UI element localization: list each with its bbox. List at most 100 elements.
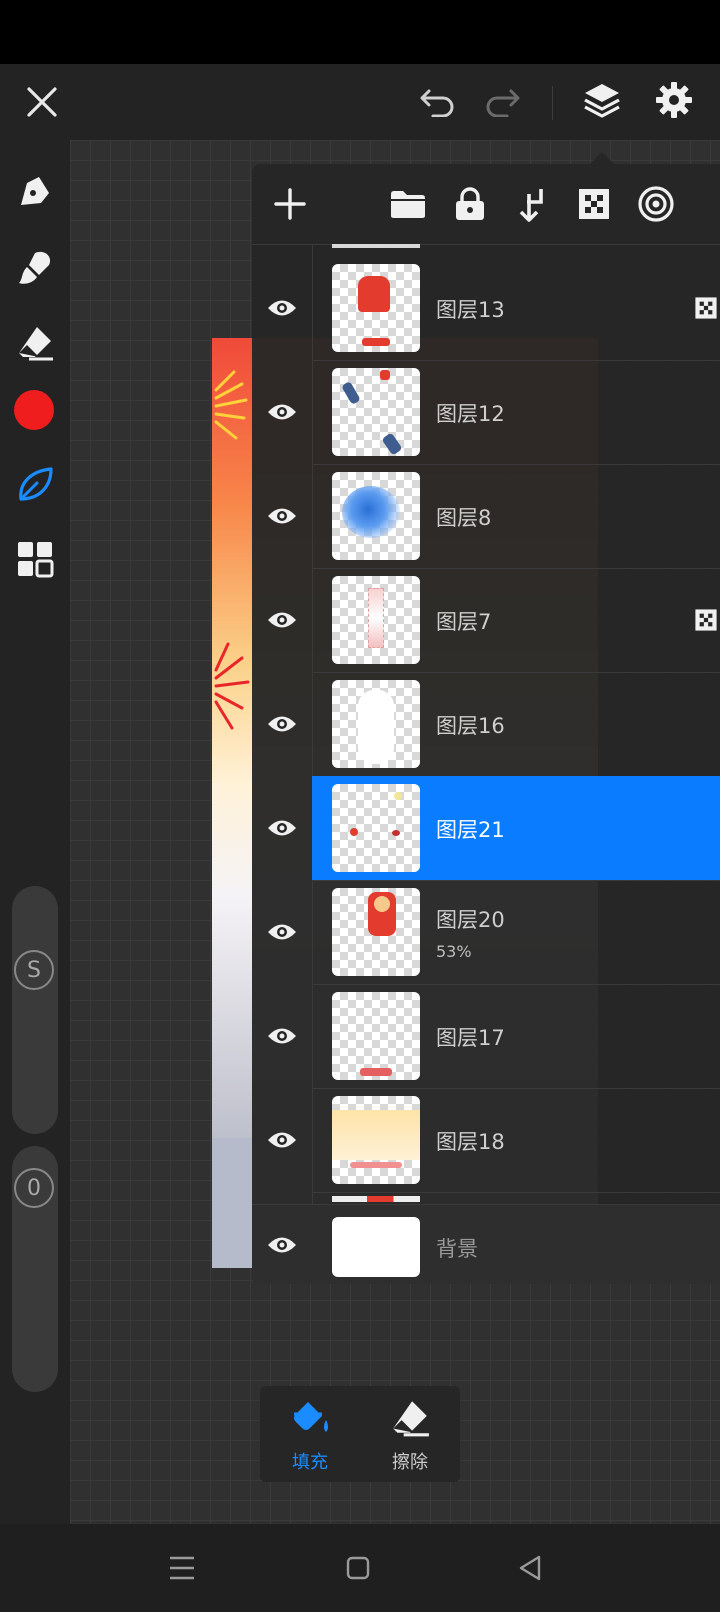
thumbnail-art (350, 1162, 402, 1168)
system-nav-bar (0, 1524, 720, 1612)
layer-thumbnail (332, 576, 420, 664)
thumbnail-art (368, 588, 384, 648)
layer-list[interactable]: 图层13 图层12 图层8 图层7 图层16 图层21 图层20 53% 图层1… (252, 244, 720, 1284)
status-bar (0, 0, 720, 64)
merge-down-icon[interactable] (506, 178, 558, 230)
eraser-icon[interactable] (12, 320, 58, 366)
eraser-icon (388, 1396, 432, 1440)
menu-icon[interactable] (160, 1546, 204, 1590)
eye-icon[interactable] (252, 568, 312, 672)
layer-opacity: 53% (436, 942, 472, 961)
background-layer-row[interactable]: 背景 (252, 1204, 720, 1284)
eye-icon[interactable] (252, 984, 312, 1088)
layer-name: 图层17 (436, 1026, 505, 1050)
brush-icon[interactable] (12, 244, 58, 290)
layer-thumbnail (332, 1096, 420, 1184)
layer-thumbnail (332, 264, 420, 352)
thumbnail-art (332, 1110, 420, 1160)
thumbnail-art (392, 830, 400, 836)
layer-thumbnail (332, 368, 420, 456)
thumbnail-art (360, 1068, 392, 1076)
layer-name: 图层13 (436, 298, 505, 322)
thumbnail-art (374, 896, 390, 912)
eye-icon[interactable] (252, 672, 312, 776)
eye-icon[interactable] (252, 464, 312, 568)
toolbar-divider (552, 86, 553, 120)
leaf-icon[interactable] (12, 462, 58, 508)
layer-row[interactable]: 图层16 (268, 672, 720, 777)
grid-icon[interactable] (12, 536, 58, 582)
layer-row[interactable]: 图层20 53% (268, 880, 720, 985)
eye-icon[interactable] (252, 776, 312, 880)
eye-icon[interactable] (252, 360, 312, 464)
layer-thumbnail (332, 680, 420, 768)
artwork-bottom-strip (212, 1138, 252, 1268)
layers-toolbar (252, 164, 720, 245)
thumbnail-art (362, 338, 390, 346)
paint-bucket-icon (288, 1396, 332, 1440)
opacity-slider-knob[interactable]: 0 (14, 1168, 54, 1208)
layer-name: 图层7 (436, 610, 492, 634)
layer-row[interactable]: 图层8 (268, 464, 720, 569)
eye-icon[interactable] (252, 256, 312, 360)
thumbnail-art (342, 486, 400, 538)
layer-name: 图层12 (436, 402, 505, 426)
eye-icon[interactable] (252, 1088, 312, 1192)
redo-icon[interactable] (478, 78, 526, 126)
partial-layer-below (332, 1196, 420, 1202)
size-label: S (27, 957, 41, 983)
fill-erase-popup: 填充 擦除 (260, 1386, 460, 1482)
color-swatch[interactable] (14, 390, 54, 430)
layer-row-selected[interactable]: 图层21 (268, 776, 720, 881)
layer-name: 图层18 (436, 1130, 505, 1154)
close-icon[interactable] (18, 78, 66, 126)
checker-icon[interactable] (694, 608, 718, 632)
checker-icon[interactable] (694, 296, 718, 320)
fill-label: 填充 (292, 1452, 328, 1473)
layer-row[interactable]: 图层13 (268, 256, 720, 361)
opacity-slider[interactable]: 0 (12, 1146, 58, 1392)
layers-panel: 图层13 图层12 图层8 图层7 图层16 图层21 图层20 53% 图层1… (252, 164, 720, 1284)
thumbnail-art (358, 690, 394, 764)
target-icon[interactable] (630, 178, 682, 230)
layer-row[interactable]: 图层18 (268, 1088, 720, 1193)
undo-icon[interactable] (414, 78, 462, 126)
thumbnail-art (341, 380, 361, 406)
left-toolbar: S 0 (0, 140, 70, 1524)
layer-thumbnail (332, 992, 420, 1080)
eye-icon[interactable] (252, 1205, 312, 1284)
background-layer-name: 背景 (436, 1237, 478, 1261)
lock-icon[interactable] (444, 178, 496, 230)
eye-icon[interactable] (252, 880, 312, 984)
home-icon[interactable] (336, 1546, 380, 1590)
opacity-label: 0 (27, 1175, 41, 1201)
layer-thumbnail (332, 472, 420, 560)
thumbnail-art (394, 792, 402, 800)
top-toolbar (0, 64, 720, 140)
layer-thumbnail (332, 888, 420, 976)
layer-row[interactable]: 图层12 (268, 360, 720, 465)
layers-icon[interactable] (578, 76, 626, 124)
folder-icon[interactable] (382, 178, 434, 230)
size-slider[interactable]: S (12, 886, 58, 1134)
fill-tool-button[interactable]: 填充 (260, 1386, 360, 1482)
erase-label: 擦除 (392, 1452, 428, 1473)
back-icon[interactable] (508, 1546, 552, 1590)
layer-thumbnail (332, 1217, 420, 1277)
size-slider-knob[interactable]: S (14, 950, 54, 990)
gear-icon[interactable] (650, 76, 698, 124)
erase-tool-button[interactable]: 擦除 (360, 1386, 460, 1482)
layer-thumbnail (332, 784, 420, 872)
checker-icon[interactable] (568, 178, 620, 230)
layer-name: 图层16 (436, 714, 505, 738)
layer-name: 图层21 (436, 818, 505, 842)
thumbnail-art (380, 370, 390, 380)
layer-name: 图层8 (436, 506, 492, 530)
pen-icon[interactable] (12, 168, 58, 214)
layer-row[interactable]: 图层7 (268, 568, 720, 673)
layer-row[interactable]: 图层17 (268, 984, 720, 1089)
partial-layer-above (332, 244, 420, 248)
add-icon[interactable] (264, 178, 316, 230)
thumbnail-art (381, 432, 403, 456)
layer-name: 图层20 (436, 908, 505, 932)
